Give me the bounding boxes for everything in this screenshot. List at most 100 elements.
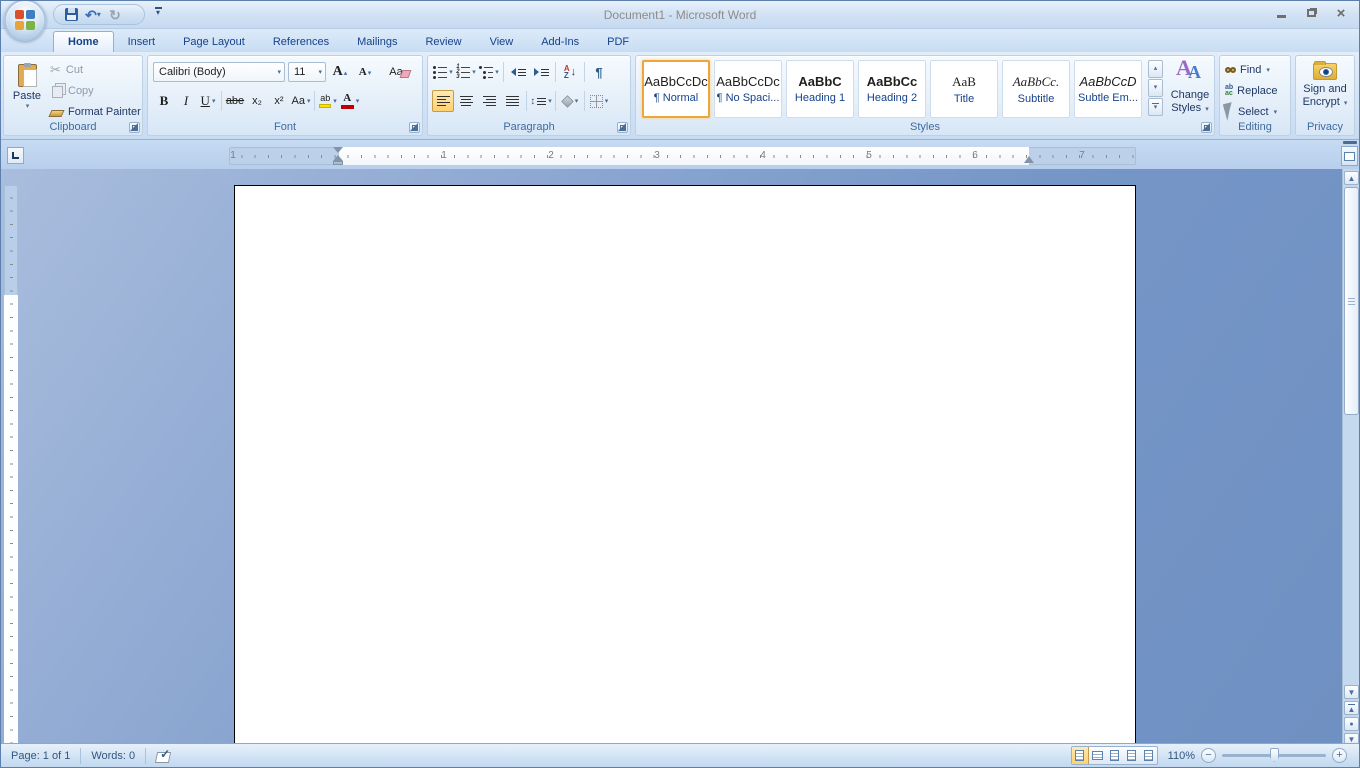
font-color-button[interactable]: A ▾ [339, 90, 361, 112]
paste-dropdown-icon[interactable]: ▾ [26, 102, 30, 110]
strikethrough-button[interactable]: abe [224, 90, 246, 112]
font-dialog-launcher[interactable] [409, 122, 420, 133]
print-layout-view-button[interactable] [1072, 747, 1089, 764]
superscript-button[interactable]: x² [268, 90, 290, 112]
close-button[interactable]: × [1333, 6, 1349, 20]
tab-review[interactable]: Review [411, 32, 475, 52]
select-browse-object-button[interactable]: ● [1344, 717, 1359, 731]
shading-button[interactable]: ▾ [559, 90, 581, 112]
view-ruler-toggle-button[interactable] [1341, 146, 1358, 166]
borders-dropdown-icon[interactable]: ▾ [605, 97, 609, 105]
find-button[interactable]: Find ▾ [1225, 60, 1278, 79]
style-subtitle[interactable]: AaBbCc. Subtitle [1002, 60, 1070, 118]
line-spacing-dropdown-icon[interactable]: ▾ [548, 97, 552, 105]
page-count-indicator[interactable]: Page: 1 of 1 [1, 744, 80, 767]
undo-button[interactable]: ↶▾ [84, 6, 102, 23]
borders-button[interactable]: ▾ [588, 90, 610, 112]
font-color-dropdown-icon[interactable]: ▾ [356, 97, 360, 105]
scroll-down-button[interactable]: ▼ [1344, 685, 1359, 699]
word-count-indicator[interactable]: Words: 0 [81, 744, 145, 767]
line-spacing-button[interactable]: ↕ ▾ [530, 90, 552, 112]
align-center-button[interactable] [455, 90, 477, 112]
style-no-spacing[interactable]: AaBbCcDc ¶ No Spaci... [714, 60, 782, 118]
paragraph-dialog-launcher[interactable] [617, 122, 628, 133]
spellcheck-status-button[interactable]: ✓ [146, 744, 182, 767]
font-size-combobox[interactable]: 11 ▾ [288, 62, 326, 82]
tab-mailings[interactable]: Mailings [343, 32, 411, 52]
numbering-button[interactable]: 123 ▾ [455, 61, 477, 83]
align-left-button[interactable] [432, 90, 454, 112]
underline-button[interactable]: U▾ [197, 90, 219, 112]
scrollbar-thumb[interactable] [1344, 187, 1359, 415]
tab-home[interactable]: Home [53, 31, 114, 52]
sort-button[interactable]: AZ ↓ [559, 61, 581, 83]
previous-page-button[interactable]: ▲ [1344, 701, 1359, 715]
style-subtle-emphasis[interactable]: AaBbCcD Subtle Em... [1074, 60, 1142, 118]
select-button[interactable]: Select ▾ [1225, 102, 1278, 121]
scroll-up-button[interactable]: ▲ [1344, 171, 1359, 185]
replace-button[interactable]: abac Replace [1225, 81, 1278, 100]
format-painter-button[interactable]: Format Painter [50, 102, 141, 121]
horizontal-ruler[interactable]: 1 1 2 3 4 5 6 7 [229, 147, 1136, 165]
tab-pdf[interactable]: PDF [593, 32, 643, 52]
text-highlight-button[interactable]: ab ▾ [317, 90, 339, 112]
tab-view[interactable]: View [476, 32, 528, 52]
zoom-out-button[interactable]: − [1201, 748, 1216, 763]
split-document-handle[interactable] [1343, 141, 1357, 144]
styles-gallery-more-button[interactable]: ▾ [1148, 98, 1163, 116]
vertical-ruler[interactable] [4, 185, 18, 745]
change-case-dropdown-icon[interactable]: ▾ [307, 97, 311, 105]
multilevel-list-button[interactable]: ▾ [478, 61, 500, 83]
bullets-button[interactable]: ▾ [432, 61, 454, 83]
zoom-slider-thumb[interactable] [1270, 748, 1279, 762]
customize-qat-button[interactable]: ▾ [151, 7, 165, 23]
style-normal[interactable]: AaBbCcDc ¶ Normal [642, 60, 710, 118]
show-hide-marks-button[interactable]: ¶ [588, 61, 610, 83]
clear-formatting-button[interactable]: Aa [385, 61, 407, 83]
left-indent-marker[interactable] [333, 161, 343, 165]
clipboard-dialog-launcher[interactable] [129, 122, 140, 133]
restore-button[interactable] [1303, 6, 1319, 20]
decrease-indent-button[interactable] [507, 61, 529, 83]
paste-button[interactable]: Paste ▾ [8, 60, 46, 122]
outline-view-button[interactable] [1123, 747, 1140, 764]
styles-dialog-launcher[interactable] [1201, 122, 1212, 133]
highlight-dropdown-icon[interactable]: ▾ [333, 97, 337, 105]
tab-page-layout[interactable]: Page Layout [169, 32, 259, 52]
grow-font-button[interactable]: A▴ [329, 61, 351, 83]
font-name-combobox[interactable]: Calibri (Body) ▾ [153, 62, 285, 82]
font-size-dropdown-icon[interactable]: ▾ [318, 68, 322, 76]
minimize-button[interactable] [1273, 6, 1289, 20]
bullets-dropdown-icon[interactable]: ▾ [449, 68, 453, 76]
multilevel-dropdown-icon[interactable]: ▾ [495, 68, 499, 76]
style-heading-1[interactable]: AaBbC Heading 1 [786, 60, 854, 118]
zoom-in-button[interactable]: + [1332, 748, 1347, 763]
cut-button[interactable]: ✂ Cut [50, 60, 141, 79]
document-page[interactable] [234, 185, 1136, 747]
styles-scroll-up-button[interactable]: ▴ [1148, 60, 1163, 78]
style-title[interactable]: AaB Title [930, 60, 998, 118]
tab-add-ins[interactable]: Add-Ins [527, 32, 593, 52]
draft-view-button[interactable] [1140, 747, 1157, 764]
numbering-dropdown-icon[interactable]: ▾ [472, 68, 476, 76]
office-button[interactable] [4, 0, 46, 41]
sign-and-encrypt-button[interactable]: Sign and Encrypt ▾ [1299, 59, 1351, 123]
redo-button[interactable]: ↻ [106, 6, 124, 23]
save-button[interactable] [62, 6, 80, 23]
undo-dropdown-icon[interactable]: ▾ [97, 10, 101, 19]
bold-button[interactable]: B [153, 90, 175, 112]
styles-scroll-down-button[interactable]: ▾ [1148, 79, 1163, 97]
change-case-button[interactable]: Aa▾ [290, 90, 312, 112]
underline-dropdown-icon[interactable]: ▾ [212, 97, 216, 105]
style-heading-2[interactable]: AaBbCc Heading 2 [858, 60, 926, 118]
copy-button[interactable]: Copy [50, 81, 141, 100]
vertical-scrollbar[interactable]: ▲ ▼ ▲ ● ▼ [1342, 169, 1359, 745]
first-line-indent-marker[interactable] [333, 147, 343, 153]
increase-indent-button[interactable] [530, 61, 552, 83]
zoom-slider-track[interactable] [1222, 754, 1326, 757]
shading-dropdown-icon[interactable]: ▾ [575, 97, 579, 105]
tab-insert[interactable]: Insert [114, 32, 170, 52]
change-styles-button[interactable]: AA Change Styles ▾ [1166, 59, 1214, 125]
web-layout-view-button[interactable] [1106, 747, 1123, 764]
tab-references[interactable]: References [259, 32, 343, 52]
